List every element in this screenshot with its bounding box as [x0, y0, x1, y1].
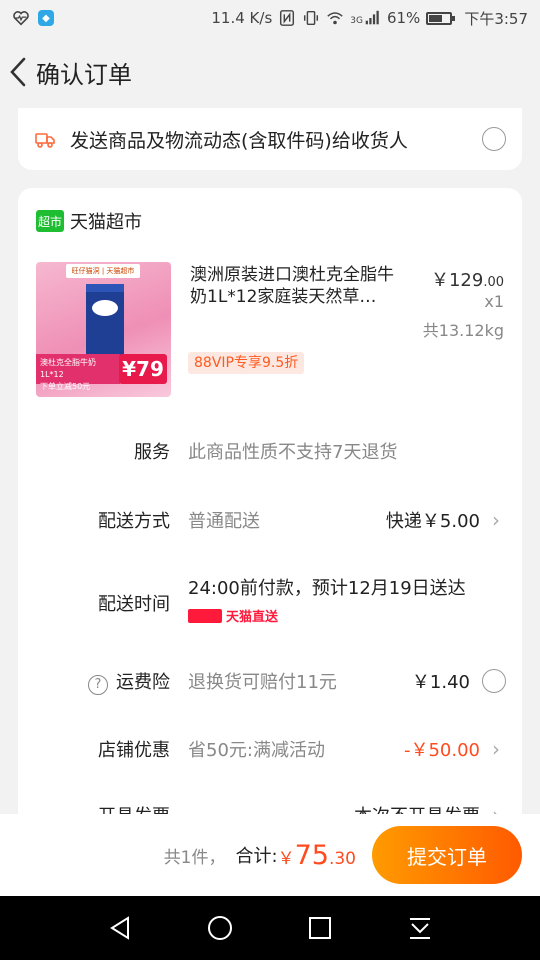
wifi-icon [327, 12, 343, 25]
product-price: ￥129.00 [430, 270, 504, 291]
vip-discount-badge: 88VIP专享9.5折 [188, 352, 305, 374]
delivery-time-label: 配送时间 [98, 594, 170, 615]
network-type: 3G [350, 15, 363, 26]
checkout-bar: 共1件， 合计: ￥75.30 提交订单 [0, 814, 540, 896]
product-title[interactable]: 澳洲原装进口澳杜克全脂牛奶1L*12家庭装天然草… [190, 264, 410, 308]
shipping-insurance-value: 退换货可赔付11元 [188, 672, 337, 694]
shop-discount-row[interactable]: 店铺优惠 省50元:满减活动 -￥50.00 › [18, 736, 522, 762]
chevron-left-icon [10, 57, 26, 87]
product-image[interactable]: 旺仔猫洞 | 天猫超市 澳杜克全脂牛奶1L*12 下单立减50元 ¥79 [36, 262, 171, 397]
shield-icon: ◆ [38, 10, 54, 26]
shop-header[interactable]: 超市 天猫超市 [36, 208, 142, 234]
milk-carton-image [86, 284, 124, 364]
shop-name: 天猫超市 [70, 212, 142, 233]
delivery-method-row[interactable]: 配送方式 普通配送 快递￥5.00 › [18, 507, 522, 533]
shop-discount-value: 省50元:满减活动 [188, 740, 325, 761]
vibrate-icon [304, 10, 319, 26]
delivery-time-row: 配送时间 24:00前付款，预计12月19日送达 天猫直送 [18, 574, 522, 625]
nav-home-icon[interactable] [206, 914, 234, 942]
delivery-method-label: 配送方式 [98, 511, 170, 532]
shop-discount-amount: -￥50.00 [403, 740, 480, 761]
service-row: 服务 此商品性质不支持7天退货 [18, 438, 522, 464]
battery-percent: 61% [386, 9, 421, 27]
product-image-banner: 旺仔猫洞 | 天猫超市 [66, 264, 140, 278]
title-bar: 确认订单 [0, 36, 540, 108]
service-label: 服务 [134, 442, 170, 463]
battery-icon [426, 11, 456, 25]
delivery-method-value: 普通配送 [188, 511, 260, 532]
total-amount: ￥75.30 [277, 839, 356, 871]
product-image-price: ¥79 [119, 354, 167, 384]
status-bar: ◆ 11.4 K/s 3G 61% 下午3:57 [0, 0, 540, 36]
back-button[interactable] [4, 52, 32, 92]
nav-recents-icon[interactable] [306, 914, 334, 942]
notify-receiver-option[interactable]: 发送商品及物流动态(含取件码)给收货人 [18, 108, 522, 170]
nav-back-icon[interactable] [106, 914, 134, 942]
tmall-direct-badge: 天猫直送 [188, 606, 466, 625]
shipping-insurance-row[interactable]: ? 运费险 退换货可赔付11元 ￥1.40 [18, 668, 522, 695]
nfc-icon [280, 10, 295, 26]
heart-pulse-icon [13, 11, 29, 26]
clock: 下午3:57 [464, 9, 528, 28]
tmall-logo-icon [188, 608, 222, 623]
product-weight: 共13.12kg [422, 321, 504, 340]
page-title: 确认订单 [36, 60, 132, 89]
network-speed: 11.4 K/s [211, 9, 273, 27]
delivery-truck-icon [35, 133, 55, 148]
shop-discount-label: 店铺优惠 [98, 740, 170, 761]
help-icon[interactable]: ? [88, 674, 108, 695]
shipping-insurance-price: ￥1.40 [411, 672, 470, 694]
delivery-time-value: 24:00前付款，预计12月19日送达 [188, 578, 466, 599]
item-count: 共1件， [163, 847, 226, 868]
service-value: 此商品性质不支持7天退货 [188, 442, 398, 463]
tmall-supermarket-logo: 超市 [36, 210, 64, 232]
delivery-fee: 快递￥5.00 [385, 511, 480, 532]
signal-icon [365, 10, 379, 25]
submit-order-button[interactable]: 提交订单 [372, 826, 522, 884]
product-quantity: x1 [484, 292, 504, 311]
system-nav-bar [0, 896, 540, 960]
order-card: 超市 天猫超市 旺仔猫洞 | 天猫超市 澳杜克全脂牛奶1L*12 下单立减50元… [18, 188, 522, 828]
chevron-right-icon: › [492, 508, 500, 532]
notify-receiver-label: 发送商品及物流动态(含取件码)给收货人 [70, 129, 408, 152]
chevron-right-icon: › [492, 737, 500, 761]
product-image-promo: 澳杜克全脂牛奶1L*12 下单立减50元 [36, 354, 120, 391]
total-label: 合计: [235, 846, 278, 867]
notify-receiver-radio[interactable] [482, 127, 506, 151]
shipping-insurance-radio[interactable] [482, 669, 506, 694]
nav-notification-shade-icon[interactable] [406, 914, 434, 942]
shipping-insurance-label: 运费险 [116, 672, 170, 693]
